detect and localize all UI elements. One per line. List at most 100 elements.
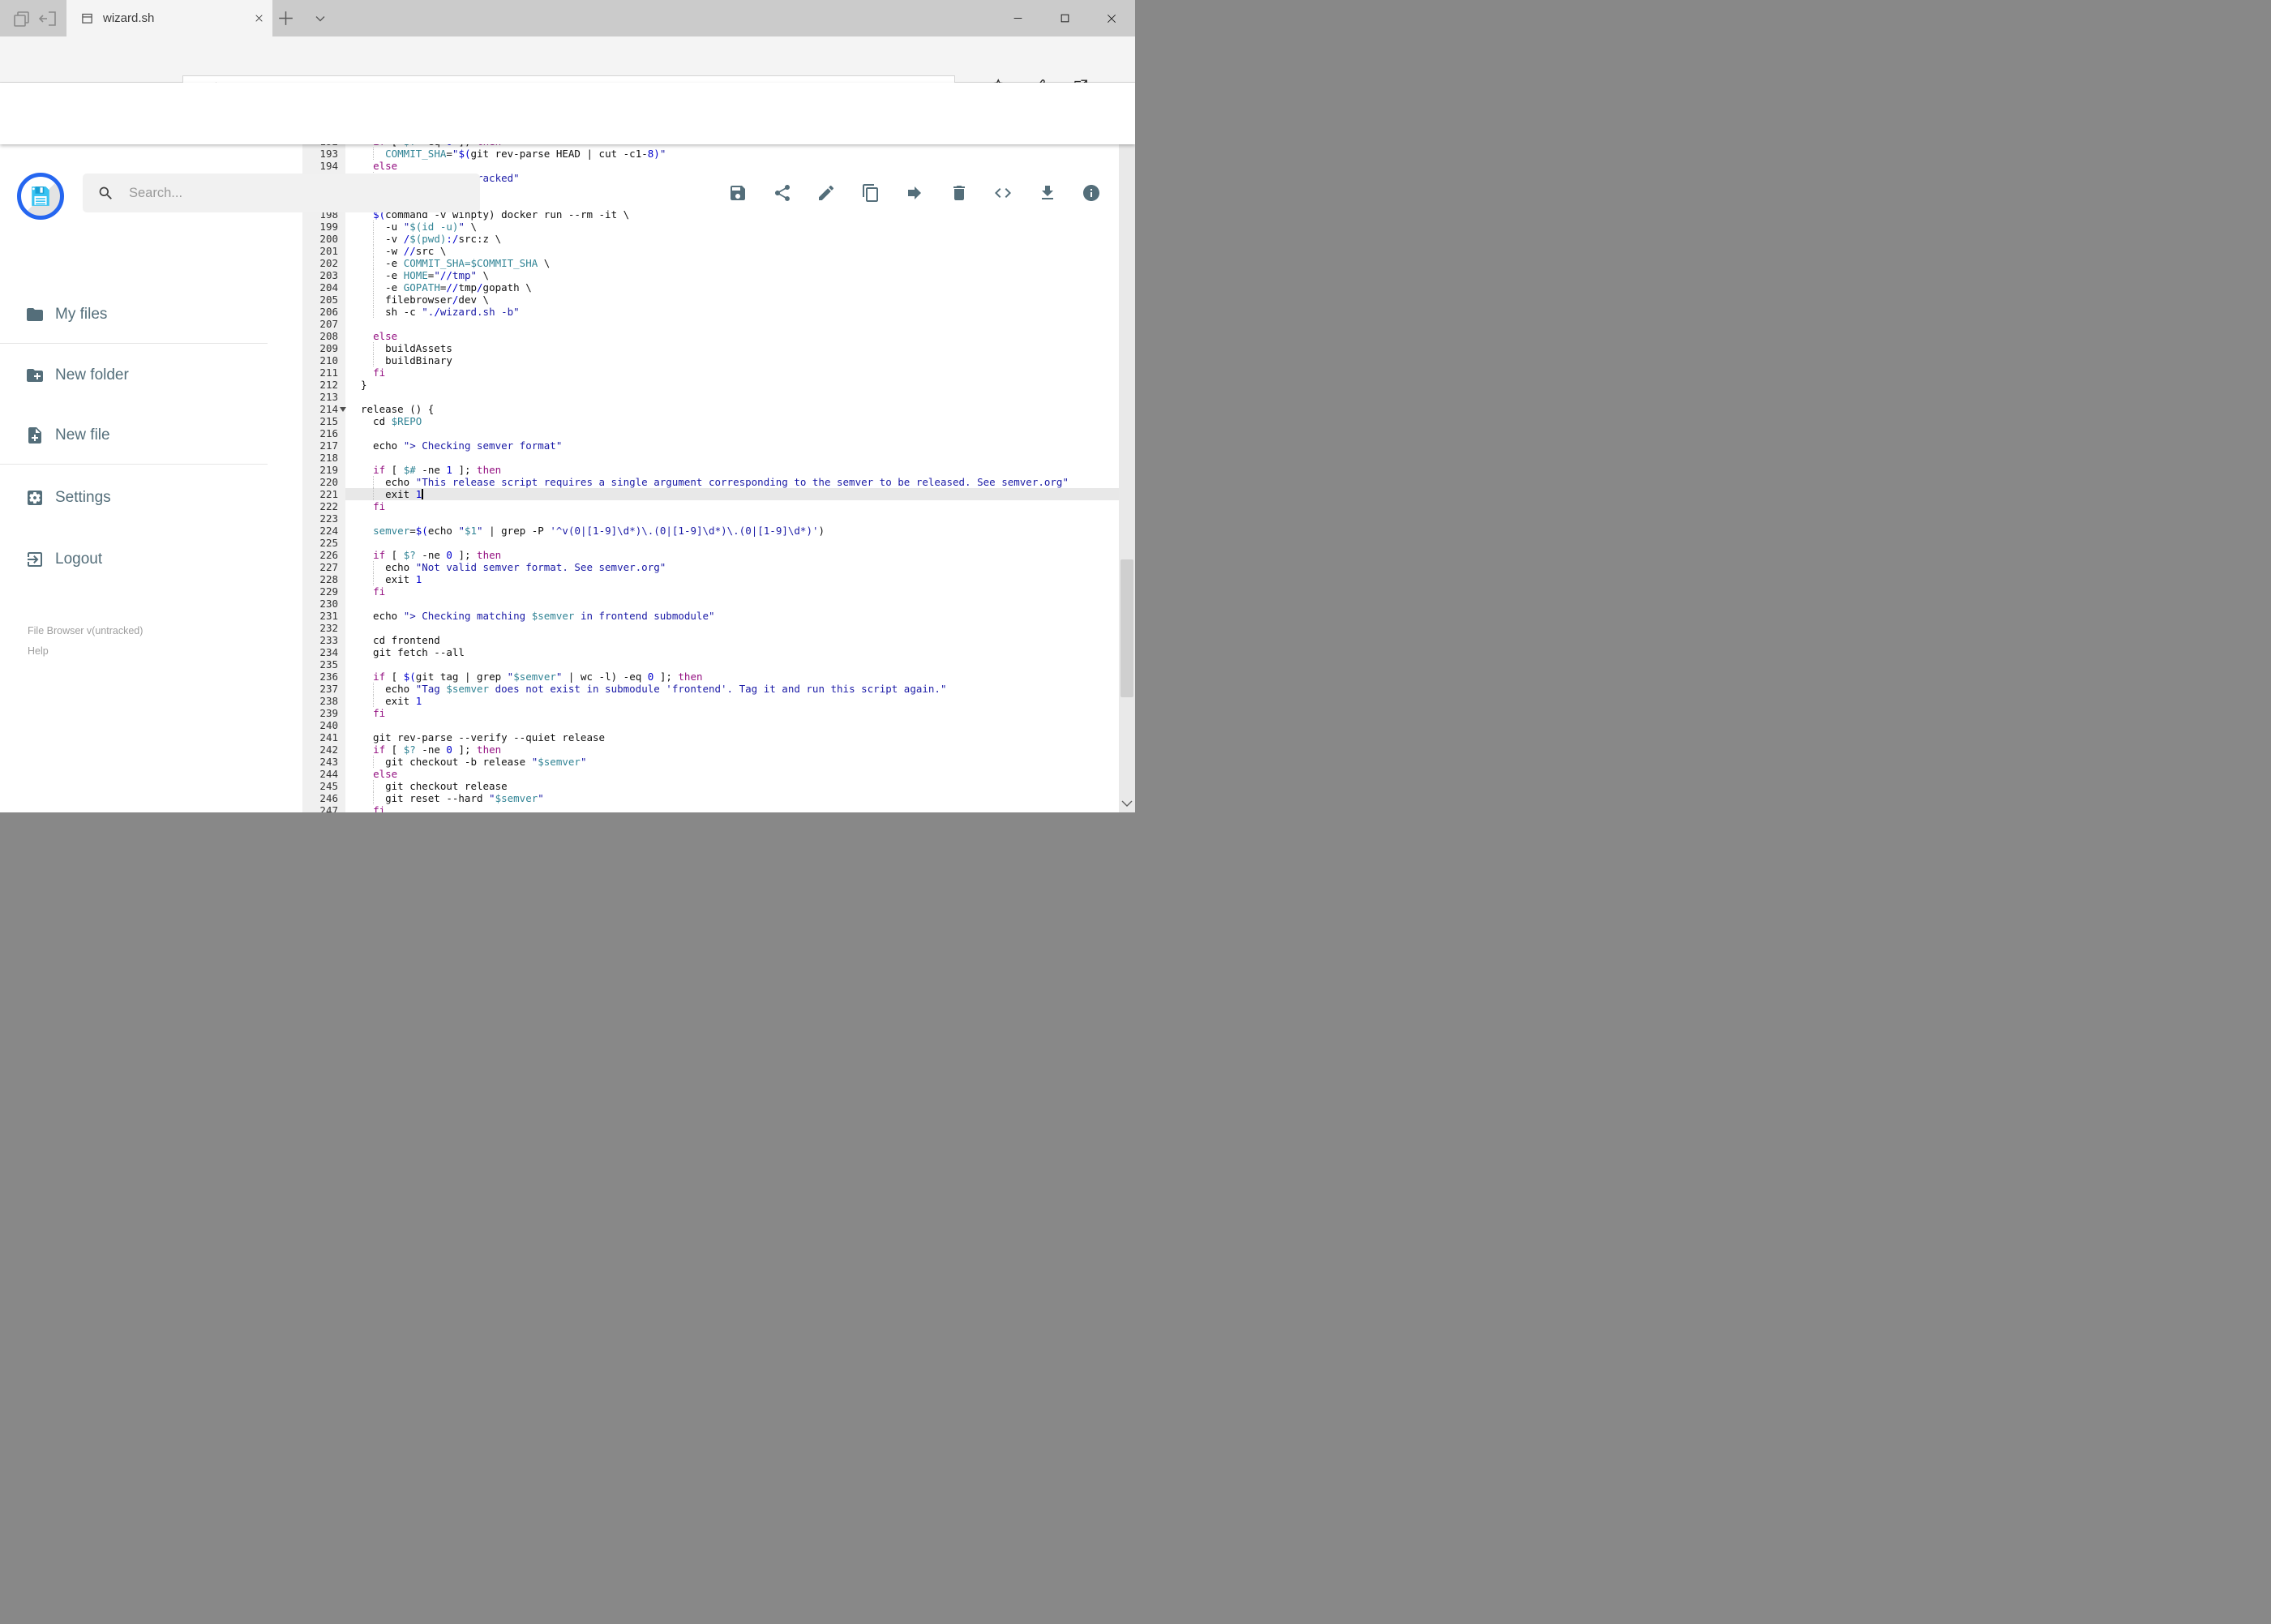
- delete-icon[interactable]: [949, 183, 969, 203]
- code-line-text[interactable]: -v /$(pwd):/src:z \: [345, 233, 1119, 245]
- filebrowser-logo[interactable]: [17, 173, 64, 220]
- code-line[interactable]: 247 fi: [302, 804, 1119, 812]
- code-line[interactable]: 234 git fetch --all: [302, 646, 1119, 658]
- sidebar-item-new-file[interactable]: New file: [0, 419, 292, 452]
- code-line-text[interactable]: buildBinary: [345, 354, 1119, 366]
- code-line[interactable]: 229 fi: [302, 585, 1119, 598]
- code-line-text[interactable]: if [ $(git tag | grep "$semver" | wc -l)…: [345, 671, 1119, 683]
- code-line[interactable]: 201 -w //src \: [302, 245, 1119, 257]
- minimize-button[interactable]: [994, 0, 1041, 36]
- sidebar-item-logout[interactable]: Logout: [0, 543, 292, 576]
- code-line[interactable]: 216: [302, 427, 1119, 439]
- code-line[interactable]: 236 if [ $(git tag | grep "$semver" | wc…: [302, 671, 1119, 683]
- scrollbar-thumb[interactable]: [1121, 559, 1133, 697]
- code-line-text[interactable]: -e COMMIT_SHA=$COMMIT_SHA \: [345, 257, 1119, 269]
- search-input[interactable]: [127, 184, 480, 202]
- sidebar-item-my-files[interactable]: My files: [0, 298, 292, 331]
- code-line[interactable]: 232: [302, 622, 1119, 634]
- code-line[interactable]: 240: [302, 719, 1119, 731]
- code-line-text[interactable]: -u "$(id -u)" \: [345, 221, 1119, 233]
- code-line[interactable]: 222 fi: [302, 500, 1119, 512]
- code-line-text[interactable]: git checkout release: [345, 780, 1119, 792]
- code-line-text[interactable]: exit 1: [345, 695, 1119, 707]
- code-line-text[interactable]: [345, 719, 1119, 731]
- code-line-text[interactable]: else: [345, 330, 1119, 342]
- tab-list-chevron-icon[interactable]: [312, 11, 328, 27]
- code-line[interactable]: 219 if [ $# -ne 1 ]; then: [302, 464, 1119, 476]
- code-line-text[interactable]: fi: [345, 366, 1119, 379]
- tab-preview-icon[interactable]: [12, 9, 32, 28]
- code-line-text[interactable]: -e HOME="//tmp" \: [345, 269, 1119, 281]
- code-line-text[interactable]: sh -c "./wizard.sh -b": [345, 306, 1119, 318]
- code-line-text[interactable]: echo "Not valid semver format. See semve…: [345, 561, 1119, 573]
- copy-icon[interactable]: [861, 183, 881, 203]
- code-line-text[interactable]: cd frontend: [345, 634, 1119, 646]
- code-line[interactable]: 235: [302, 658, 1119, 671]
- code-line[interactable]: 224 semver=$(echo "$1" | grep -P '^v(0|[…: [302, 525, 1119, 537]
- code-line-text[interactable]: git reset --hard "$semver": [345, 792, 1119, 804]
- browser-tab[interactable]: wizard.sh: [66, 0, 272, 36]
- code-line-text[interactable]: -e GOPATH=//tmp/gopath \: [345, 281, 1119, 294]
- code-line-text[interactable]: git fetch --all: [345, 646, 1119, 658]
- share-file-icon[interactable]: [773, 183, 792, 203]
- sidebar-item-new-folder[interactable]: New folder: [0, 359, 292, 392]
- code-line[interactable]: 200 -v /$(pwd):/src:z \: [302, 233, 1119, 245]
- code-line[interactable]: 206 sh -c "./wizard.sh -b": [302, 306, 1119, 318]
- code-line[interactable]: 223: [302, 512, 1119, 525]
- code-line-text[interactable]: [345, 598, 1119, 610]
- code-line-text[interactable]: if [ $? -ne 0 ]; then: [345, 743, 1119, 756]
- code-editor[interactable]: 192 if [ $? -eq 0 ]; then193 COMMIT_SHA=…: [302, 144, 1119, 812]
- code-line[interactable]: 211 fi: [302, 366, 1119, 379]
- code-line-text[interactable]: [345, 318, 1119, 330]
- code-line-text[interactable]: [345, 452, 1119, 464]
- code-line-text[interactable]: [345, 537, 1119, 549]
- page-scrollbar[interactable]: [1119, 83, 1135, 812]
- code-line[interactable]: 244 else: [302, 768, 1119, 780]
- code-line[interactable]: 241 git rev-parse --verify --quiet relea…: [302, 731, 1119, 743]
- code-line-text[interactable]: exit 1: [345, 488, 1119, 500]
- code-line-text[interactable]: fi: [345, 585, 1119, 598]
- code-line[interactable]: 233 cd frontend: [302, 634, 1119, 646]
- code-line-text[interactable]: filebrowser/dev \: [345, 294, 1119, 306]
- code-line-text[interactable]: -w //src \: [345, 245, 1119, 257]
- code-line-text[interactable]: release () {: [345, 403, 1119, 415]
- code-line-text[interactable]: COMMIT_SHA="$(git rev-parse HEAD | cut -…: [345, 148, 1119, 160]
- code-line-text[interactable]: fi: [345, 707, 1119, 719]
- code-line-text[interactable]: [345, 391, 1119, 403]
- code-line-text[interactable]: else: [345, 160, 1119, 172]
- code-line[interactable]: 203 -e HOME="//tmp" \: [302, 269, 1119, 281]
- code-line[interactable]: 231 echo "> Checking matching $semver in…: [302, 610, 1119, 622]
- code-line-text[interactable]: if [ $# -ne 1 ]; then: [345, 464, 1119, 476]
- code-line-text[interactable]: echo "> Checking matching $semver in fro…: [345, 610, 1119, 622]
- code-line-text[interactable]: [345, 658, 1119, 671]
- code-line-text[interactable]: exit 1: [345, 573, 1119, 585]
- save-icon[interactable]: [728, 183, 748, 203]
- code-line-text[interactable]: }: [345, 379, 1119, 391]
- code-line[interactable]: 228 exit 1: [302, 573, 1119, 585]
- code-line-text[interactable]: fi: [345, 500, 1119, 512]
- code-line[interactable]: 218: [302, 452, 1119, 464]
- code-line-text[interactable]: echo "Tag $semver does not exist in subm…: [345, 683, 1119, 695]
- code-line[interactable]: 207: [302, 318, 1119, 330]
- code-line[interactable]: 243 git checkout -b release "$semver": [302, 756, 1119, 768]
- code-line-text[interactable]: echo "> Checking semver format": [345, 439, 1119, 452]
- help-link[interactable]: Help: [28, 641, 49, 662]
- code-line-text[interactable]: else: [345, 768, 1119, 780]
- code-line[interactable]: 226 if [ $? -ne 0 ]; then: [302, 549, 1119, 561]
- code-line[interactable]: 193 COMMIT_SHA="$(git rev-parse HEAD | c…: [302, 148, 1119, 160]
- code-line[interactable]: 204 -e GOPATH=//tmp/gopath \: [302, 281, 1119, 294]
- code-line[interactable]: 215 cd $REPO: [302, 415, 1119, 427]
- new-tab-button[interactable]: [276, 8, 296, 28]
- info-icon[interactable]: [1082, 183, 1101, 203]
- edit-icon[interactable]: [816, 183, 836, 203]
- code-line[interactable]: 221 exit 1: [302, 488, 1119, 500]
- download-icon[interactable]: [1038, 183, 1057, 203]
- code-line[interactable]: 209 buildAssets: [302, 342, 1119, 354]
- code-line[interactable]: 220 echo "This release script requires a…: [302, 476, 1119, 488]
- code-line-text[interactable]: if [ $? -ne 0 ]; then: [345, 549, 1119, 561]
- set-tabs-aside-icon[interactable]: [38, 9, 58, 28]
- code-view-icon[interactable]: [993, 183, 1013, 203]
- code-line[interactable]: 214 release () {: [302, 403, 1119, 415]
- code-line[interactable]: 205 filebrowser/dev \: [302, 294, 1119, 306]
- code-line-text[interactable]: [345, 622, 1119, 634]
